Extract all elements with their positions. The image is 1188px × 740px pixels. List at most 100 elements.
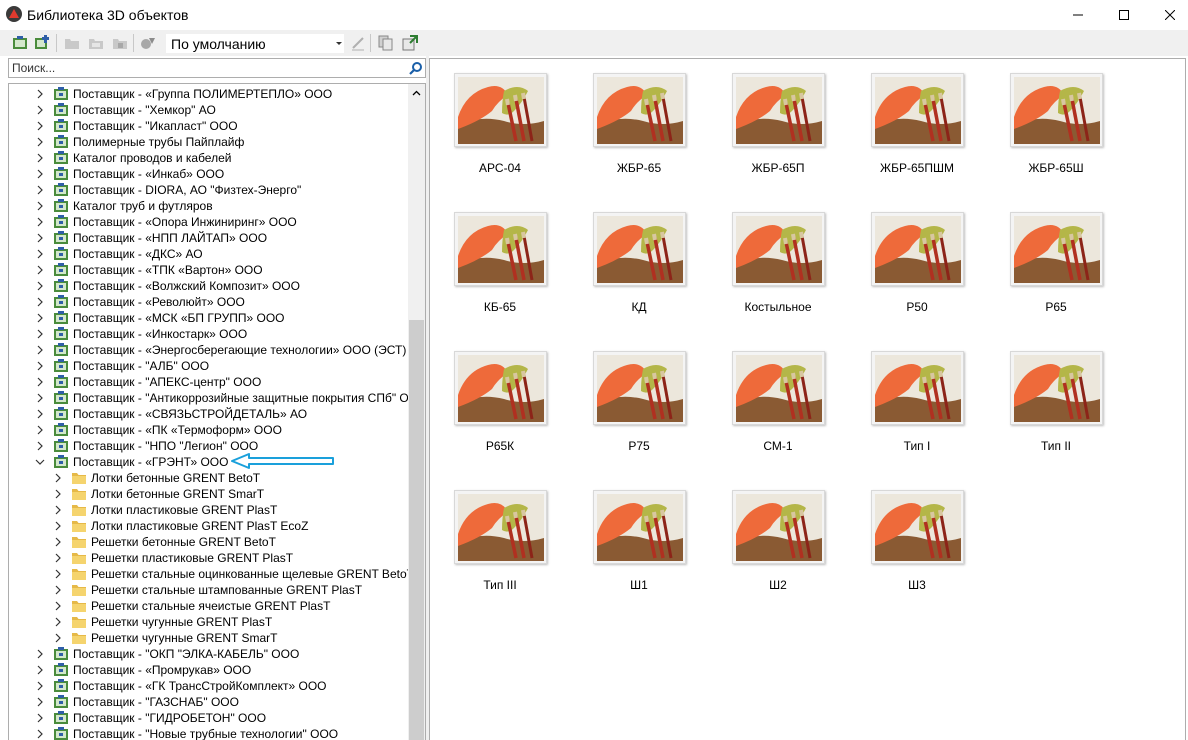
object-item[interactable]: Тип I — [847, 337, 977, 457]
tree-node[interactable]: Поставщик - «ПК «Термоформ» ООО — [9, 422, 409, 438]
tree-node[interactable]: Каталог труб и футляров — [9, 198, 409, 214]
tree-node[interactable]: Поставщик - «Группа ПОЛИМЕРТЕПЛО» ООО — [9, 86, 409, 102]
object-item[interactable]: Тип II — [986, 337, 1116, 457]
view-mode-select[interactable]: По умолчанию — [165, 33, 345, 54]
object-item[interactable]: КБ-65 — [430, 198, 560, 318]
object-item[interactable]: Ш2 — [708, 476, 838, 596]
chevron-right-icon[interactable] — [53, 537, 63, 547]
tree-child-node[interactable]: Решетки пластиковые GRENT PlasT — [9, 550, 409, 566]
object-item[interactable]: СМ-1 — [708, 337, 838, 457]
object-item[interactable]: Тип III — [430, 476, 560, 596]
edit-button[interactable] — [348, 33, 368, 53]
tree-node[interactable]: Каталог проводов и кабелей — [9, 150, 409, 166]
tree-child-node[interactable]: Лотки пластиковые GRENT PlasT — [9, 502, 409, 518]
tree-node[interactable]: Поставщик - «ГК ТрансСтройКомплект» ООО — [9, 678, 409, 694]
tree-node[interactable]: Поставщик - «НПП ЛАЙТАП» ООО — [9, 230, 409, 246]
chevron-right-icon[interactable] — [35, 329, 45, 339]
tree-node[interactable]: Поставщик - «Волжский Композит» ООО — [9, 278, 409, 294]
open-folder-button[interactable] — [86, 33, 106, 53]
chevron-right-icon[interactable] — [53, 473, 63, 483]
tree-node[interactable]: Поставщик - "Антикоррозийные защитные по… — [9, 390, 425, 406]
tree-node[interactable]: Поставщик - «ГРЭНТ» ООО — [9, 454, 409, 470]
chevron-right-icon[interactable] — [35, 361, 45, 371]
tree-node[interactable]: Поставщик - "АПЕКС-центр" ООО — [9, 374, 409, 390]
chevron-right-icon[interactable] — [35, 233, 45, 243]
chevron-right-icon[interactable] — [35, 681, 45, 691]
tree-child-node[interactable]: Решетки чугунные GRENT SmarT — [9, 630, 409, 646]
chevron-right-icon[interactable] — [35, 265, 45, 275]
chevron-right-icon[interactable] — [35, 169, 45, 179]
shapes-button[interactable] — [138, 33, 158, 53]
scrollbar-thumb[interactable] — [409, 320, 424, 740]
object-item[interactable]: ЖБР-65Ш — [986, 59, 1116, 179]
chevron-right-icon[interactable] — [35, 217, 45, 227]
tree-node[interactable]: Поставщик - «Инкостарк» ООО — [9, 326, 409, 342]
chevron-right-icon[interactable] — [53, 521, 63, 531]
save-folder-button[interactable] — [110, 33, 130, 53]
scroll-up-button[interactable] — [408, 84, 425, 101]
chevron-right-icon[interactable] — [35, 409, 45, 419]
chevron-right-icon[interactable] — [35, 665, 45, 675]
search-input[interactable] — [12, 60, 402, 76]
tree-child-node[interactable]: Решетки стальные штампованные GRENT Plas… — [9, 582, 409, 598]
tree-scrollbar[interactable] — [408, 84, 425, 740]
chevron-right-icon[interactable] — [35, 649, 45, 659]
tree-child-node[interactable]: Решетки чугунные GRENT PlasT — [9, 614, 409, 630]
object-item[interactable]: Ш3 — [847, 476, 977, 596]
tree-node[interactable]: Поставщик - «Революйт» ООО — [9, 294, 409, 310]
maximize-button[interactable] — [1101, 0, 1147, 30]
tree-node[interactable]: Поставщик - "АЛБ" ООО — [9, 358, 409, 374]
tree-node[interactable]: Поставщик - "ОКП "ЭЛКА-КАБЕЛЬ" ООО — [9, 646, 409, 662]
chevron-right-icon[interactable] — [35, 713, 45, 723]
tree-child-node[interactable]: Лотки пластиковые GRENT PlasT EcoZ — [9, 518, 409, 534]
tree-node[interactable]: Поставщик - «Энергосберегающие технологи… — [9, 342, 409, 358]
new-folder-button[interactable] — [62, 33, 82, 53]
tree-node[interactable]: Поставщик - «Промрукав» ООО — [9, 662, 409, 678]
minimize-button[interactable] — [1055, 0, 1101, 30]
chevron-right-icon[interactable] — [35, 153, 45, 163]
tree-node[interactable]: Поставщик - "НПО "Легион" ООО — [9, 438, 409, 454]
chevron-right-icon[interactable] — [35, 393, 45, 403]
chevron-right-icon[interactable] — [35, 185, 45, 195]
tree-child-node[interactable]: Решетки стальные оцинкованные щелевые GR… — [9, 566, 414, 582]
tree-child-node[interactable]: Решетки бетонные GRENT BetoT — [9, 534, 409, 550]
object-item[interactable]: ЖБР-65ПШМ — [847, 59, 977, 179]
chevron-right-icon[interactable] — [35, 441, 45, 451]
chevron-right-icon[interactable] — [35, 89, 45, 99]
chevron-down-icon[interactable] — [35, 457, 45, 467]
object-item[interactable]: АРС-04 — [430, 59, 560, 179]
tree-node[interactable]: Поставщик - «ТПК «Вартон» ООО — [9, 262, 409, 278]
tree-node[interactable]: Поставщик - «СВЯЗЬСТРОЙДЕТАЛЬ» АО — [9, 406, 409, 422]
chevron-right-icon[interactable] — [53, 505, 63, 515]
tree-node[interactable]: Полимерные трубы Пайплайф — [9, 134, 409, 150]
chevron-right-icon[interactable] — [35, 345, 45, 355]
chevron-right-icon[interactable] — [53, 617, 63, 627]
export-button[interactable] — [400, 33, 420, 53]
object-item[interactable]: ЖБР-65П — [708, 59, 838, 179]
chevron-right-icon[interactable] — [35, 281, 45, 291]
chevron-right-icon[interactable] — [35, 249, 45, 259]
chevron-right-icon[interactable] — [53, 569, 63, 579]
object-item[interactable]: Костыльное — [708, 198, 838, 318]
chevron-right-icon[interactable] — [35, 697, 45, 707]
tree-node[interactable]: Поставщик - "Хемкор" АО — [9, 102, 409, 118]
chevron-right-icon[interactable] — [53, 585, 63, 595]
object-item[interactable]: Р50 — [847, 198, 977, 318]
chevron-right-icon[interactable] — [35, 201, 45, 211]
tree-node[interactable]: Поставщик - "Икапласт" ООО — [9, 118, 409, 134]
add-catalog-button[interactable] — [32, 33, 52, 53]
new-catalog-button[interactable] — [10, 33, 30, 53]
object-item[interactable]: Ш1 — [569, 476, 699, 596]
tree-node[interactable]: Поставщик - «Инкаб» ООО — [9, 166, 409, 182]
copy-button[interactable] — [376, 33, 396, 53]
object-item[interactable]: Р75 — [569, 337, 699, 457]
tree-child-node[interactable]: Лотки бетонные GRENT BetoT — [9, 470, 409, 486]
search-button[interactable] — [408, 61, 423, 76]
chevron-right-icon[interactable] — [53, 553, 63, 563]
object-item[interactable]: КД — [569, 198, 699, 318]
tree-child-node[interactable]: Лотки бетонные GRENT SmarT — [9, 486, 409, 502]
tree-node[interactable]: Поставщик - "ГИДРОБЕТОН" ООО — [9, 710, 409, 726]
chevron-right-icon[interactable] — [35, 313, 45, 323]
tree-node[interactable]: Поставщик - "Новые трубные технологии" О… — [9, 726, 409, 740]
chevron-right-icon[interactable] — [35, 297, 45, 307]
